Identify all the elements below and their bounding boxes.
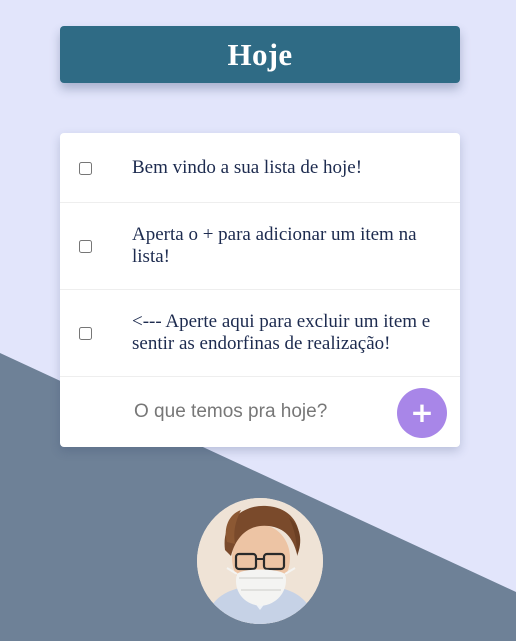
todo-item-label: Aperta o + para adicionar um item na lis… bbox=[132, 224, 417, 267]
todo-item-label: <--- Aperte aqui para excluir um item e … bbox=[132, 311, 431, 354]
avatar bbox=[197, 498, 323, 624]
todo-item-label: Bem vindo a sua lista de hoje! bbox=[132, 156, 363, 178]
todo-item: <--- Aperte aqui para excluir um item e … bbox=[60, 290, 460, 377]
avatar-photo bbox=[197, 498, 323, 624]
todo-item-checkbox[interactable] bbox=[79, 161, 92, 175]
header-bar: Hoje bbox=[60, 26, 460, 83]
todo-item: Bem vindo a sua lista de hoje! bbox=[60, 133, 460, 203]
todo-item-checkbox[interactable] bbox=[79, 327, 92, 340]
todo-card: Bem vindo a sua lista de hoje! Aperta o … bbox=[60, 133, 460, 447]
add-item-button[interactable]: + bbox=[397, 388, 447, 438]
todo-item: Aperta o + para adicionar um item na lis… bbox=[60, 203, 460, 290]
plus-icon: + bbox=[410, 396, 434, 429]
new-item-input[interactable] bbox=[134, 395, 374, 429]
todo-item-checkbox[interactable] bbox=[79, 240, 92, 253]
add-item-row: + bbox=[60, 377, 460, 447]
page-title: Hoje bbox=[227, 36, 293, 72]
